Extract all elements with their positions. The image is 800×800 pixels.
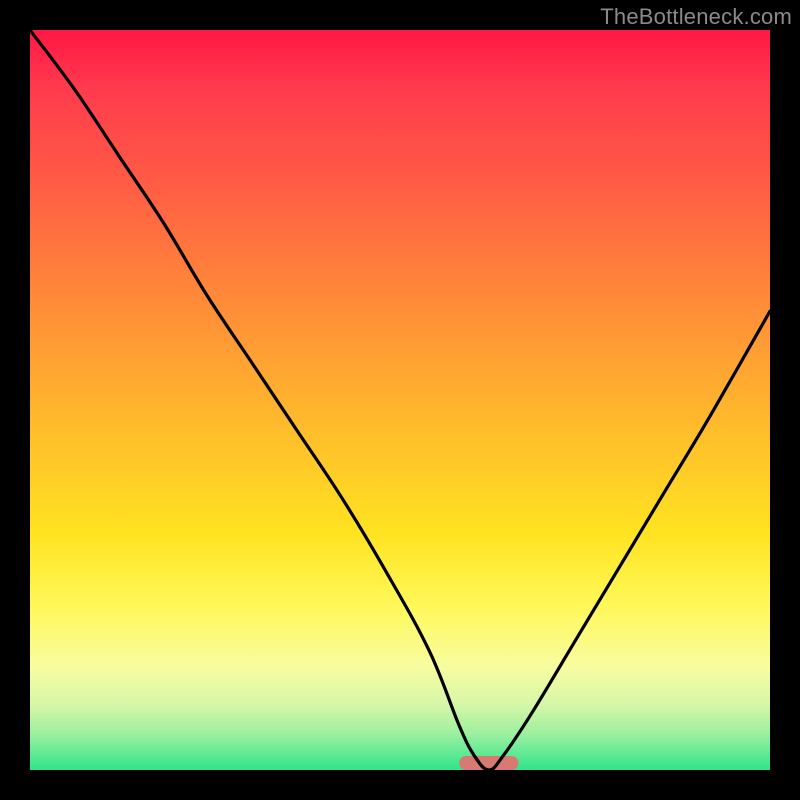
watermark-text: TheBottleneck.com: [600, 4, 792, 30]
bottleneck-curve: [30, 30, 770, 770]
chart-frame: TheBottleneck.com: [0, 0, 800, 800]
chart-overlay: [30, 30, 770, 770]
bottleneck-marker: [459, 756, 518, 770]
plot-area: [30, 30, 770, 770]
